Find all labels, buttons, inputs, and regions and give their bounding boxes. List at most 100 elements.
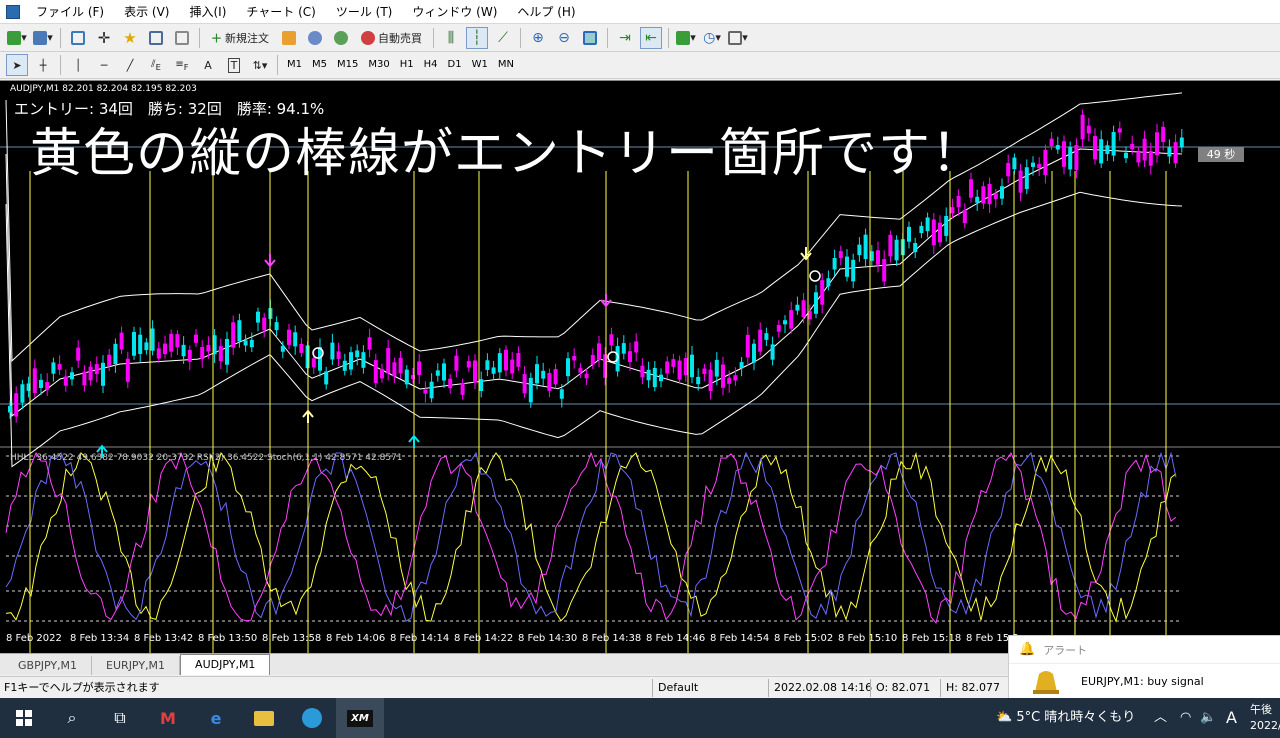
candle-body xyxy=(845,256,849,277)
vertical-line-button[interactable]: │ xyxy=(67,54,89,76)
text-label-button[interactable]: T xyxy=(223,54,245,76)
candle-body xyxy=(460,383,465,395)
xm-button[interactable]: XM xyxy=(336,698,384,738)
tile-windows-button[interactable] xyxy=(579,27,601,49)
xm-icon: XM xyxy=(347,709,373,727)
search-button[interactable]: ⌕ xyxy=(48,698,96,738)
time-label: 8 Feb 13:42 xyxy=(134,633,194,644)
candle-body xyxy=(528,377,533,403)
ie-button[interactable]: e xyxy=(192,698,240,738)
edge-button[interactable] xyxy=(288,698,336,738)
signals-icon xyxy=(308,30,322,45)
menu-file[interactable]: ファイル (F) xyxy=(26,0,114,24)
chart-window[interactable]: AUDJPY,M1 82.201 82.204 82.195 82.203 エン… xyxy=(0,80,1280,654)
tab-gbpjpy[interactable]: GBPJPY,M1 xyxy=(4,656,93,675)
alert-header: 🔔 アラート xyxy=(1009,636,1280,664)
timeframe-m30[interactable]: M30 xyxy=(363,55,394,75)
timeframe-h1[interactable]: H1 xyxy=(395,55,419,75)
chart-shift-button[interactable]: ⇤ xyxy=(640,26,662,49)
zoom-out-button[interactable]: ⊖ xyxy=(553,27,575,49)
profiles-button[interactable]: ▾ xyxy=(32,27,54,49)
time-label: 8 Feb 14:30 xyxy=(518,633,578,644)
auto-trading-button[interactable]: 自動売買 xyxy=(356,27,427,49)
text-button[interactable]: A xyxy=(197,54,219,76)
new-chart-button[interactable]: ▾ xyxy=(6,27,28,49)
time-label: 8 Feb 15:02 xyxy=(774,633,834,644)
candle-body xyxy=(1080,114,1085,140)
timeframe-w1[interactable]: W1 xyxy=(467,55,493,75)
tester-button[interactable] xyxy=(171,27,193,49)
candle-body xyxy=(975,196,980,203)
alert-message: EURJPY,M1: buy signal xyxy=(1081,674,1204,688)
equidistant-channel-button[interactable]: ⫽E xyxy=(145,54,167,76)
radio-button[interactable] xyxy=(330,27,352,49)
cursor-icon: ➤ xyxy=(12,58,22,72)
menu-view[interactable]: 表示 (V) xyxy=(114,0,179,24)
periods-button[interactable]: ◷ ▾ xyxy=(701,27,723,49)
explorer-button[interactable] xyxy=(240,698,288,738)
menu-window[interactable]: ウィンドウ (W) xyxy=(402,0,507,24)
terminal-button[interactable] xyxy=(145,27,167,49)
time-label: 8 Feb 14:38 xyxy=(582,633,642,644)
mail-icon: M xyxy=(160,708,176,728)
autoscroll-button[interactable]: ⇥ xyxy=(614,27,636,49)
timeframe-h4[interactable]: H4 xyxy=(419,55,443,75)
weather-widget[interactable]: ⛅ 5°C 晴れ時々くもり xyxy=(996,698,1135,738)
menu-insert[interactable]: 挿入(I) xyxy=(179,0,236,24)
weather-icon: ⛅ xyxy=(996,710,1013,725)
timeframe-m15[interactable]: M15 xyxy=(332,55,363,75)
time-label: 8 Feb 15:10 xyxy=(838,633,898,644)
arrows-icon: ⇅ xyxy=(252,58,262,72)
indicators-button[interactable]: ▾ xyxy=(675,27,697,49)
candle-body xyxy=(1049,138,1054,147)
bar-chart-button[interactable]: ⫼ xyxy=(440,27,462,49)
start-button[interactable] xyxy=(0,698,48,738)
bollinger-band-lower xyxy=(5,191,1183,468)
network-status[interactable]: ◠ xyxy=(1180,698,1191,738)
templates-button[interactable]: ▾ xyxy=(727,27,749,49)
signals-button[interactable] xyxy=(304,27,326,49)
candle-body xyxy=(14,393,19,417)
alert-popup[interactable]: 🔔 アラート EURJPY,M1: buy signal xyxy=(1008,635,1280,699)
arrows-button[interactable]: ⇅ ▾ xyxy=(249,54,271,76)
new-order-button[interactable]: ＋新規注文 xyxy=(206,27,274,49)
candle-body xyxy=(386,347,391,374)
tab-eurjpy[interactable]: EURJPY,M1 xyxy=(92,656,181,675)
timeframe-m1[interactable]: M1 xyxy=(282,55,307,75)
candle-body xyxy=(888,234,893,257)
horizontal-line-button[interactable]: ─ xyxy=(93,54,115,76)
profile-name: Default xyxy=(658,681,699,694)
market-watch-button[interactable] xyxy=(67,27,89,49)
broadcast-icon xyxy=(334,30,348,45)
data-window-button[interactable]: ✛ xyxy=(93,27,115,49)
menu-chart[interactable]: チャート (C) xyxy=(236,0,325,24)
crosshair-button[interactable]: ┼ xyxy=(32,54,54,76)
candle-body xyxy=(1099,139,1104,164)
timeframe-mn[interactable]: MN xyxy=(493,55,519,75)
gmail-button[interactable]: M xyxy=(144,698,192,738)
metaeditor-button[interactable] xyxy=(278,27,300,49)
tray-expand[interactable]: ︿ xyxy=(1154,698,1167,738)
timeframe-d1[interactable]: D1 xyxy=(443,55,467,75)
timeframe-m5[interactable]: M5 xyxy=(307,55,332,75)
candle-body xyxy=(708,369,713,392)
clock[interactable]: 午後 2022/ xyxy=(1250,698,1280,738)
volume-control[interactable]: 🔈 xyxy=(1200,698,1216,738)
candle-body xyxy=(876,250,880,265)
menu-help[interactable]: ヘルプ (H) xyxy=(507,0,585,24)
candle-body xyxy=(863,234,868,260)
candle-body xyxy=(739,362,744,369)
task-view-button[interactable]: ⧉ xyxy=(96,698,144,738)
zoom-in-button[interactable]: ⊕ xyxy=(527,27,549,49)
navigator-button[interactable]: ★ xyxy=(119,27,141,49)
windows-icon xyxy=(16,710,32,726)
candle-body xyxy=(535,364,539,384)
menu-tools[interactable]: ツール (T) xyxy=(326,0,403,24)
ime-indicator[interactable]: A xyxy=(1226,698,1237,738)
line-chart-button[interactable]: ⟋ xyxy=(492,27,514,49)
candle-chart-button[interactable]: ┆ xyxy=(466,26,488,49)
trendline-button[interactable]: ╱ xyxy=(119,54,141,76)
cursor-button[interactable]: ➤ xyxy=(6,54,28,76)
fibonacci-button[interactable]: ≡F xyxy=(171,54,193,76)
tab-audjpy[interactable]: AUDJPY,M1 xyxy=(180,654,271,675)
